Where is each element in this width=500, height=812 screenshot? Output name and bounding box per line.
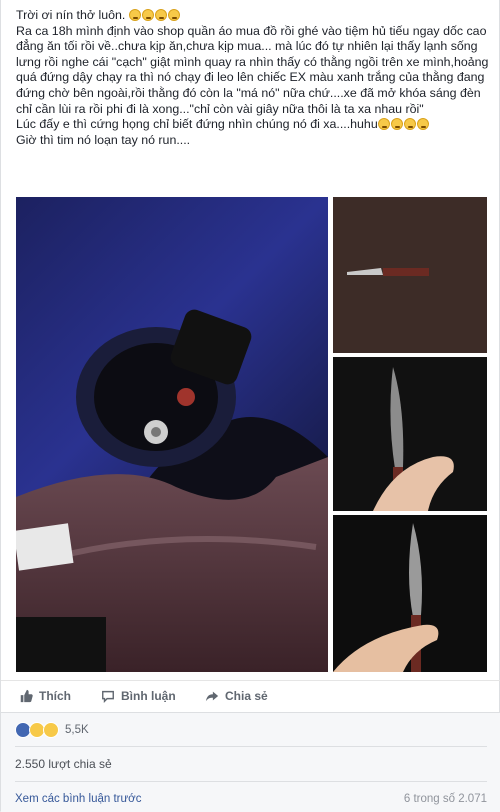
divider	[15, 746, 487, 747]
post-footer: 5,5K 2.550 lượt chia sẻ Xem các bình luậ…	[1, 712, 500, 812]
share-arrow-icon	[205, 691, 219, 702]
photo-grid	[16, 197, 487, 672]
post-actions: Thích Bình luận Chia sẻ	[1, 680, 500, 713]
post-body: Trời ơi nín thở luôn. Ra ca 18h mình địn…	[16, 8, 491, 148]
crying-emoji-icon	[377, 117, 430, 131]
reactions-summary[interactable]: 5,5K	[15, 721, 89, 739]
post-line-3: Lúc đấy e thì cứng họng chỉ biết đứng nh…	[16, 117, 491, 133]
sad-reaction-icon	[43, 722, 59, 738]
post-card: Trời ơi nín thở luôn. Ra ca 18h mình địn…	[0, 0, 500, 812]
photo-ignition[interactable]	[16, 197, 328, 672]
comment-icon	[102, 690, 114, 703]
photo-knife-hand-1[interactable]	[333, 357, 487, 511]
divider	[15, 781, 487, 782]
photo-knife-table[interactable]	[333, 197, 487, 353]
post-line-4: Giờ thì tim nó loạn tay nó run....	[16, 132, 191, 147]
thumbs-up-icon	[20, 689, 33, 703]
reaction-count: 5,5K	[65, 724, 89, 736]
comment-button[interactable]: Bình luận	[101, 689, 176, 703]
share-button[interactable]: Chia sẻ	[205, 689, 268, 703]
share-count[interactable]: 2.550 lượt chia sẻ	[15, 757, 112, 771]
comment-pager: 6 trong số 2.071	[403, 793, 487, 805]
like-button[interactable]: Thích	[19, 689, 71, 703]
view-previous-comments-link[interactable]: Xem các bình luận trước	[15, 793, 141, 805]
crying-emoji-icon	[128, 8, 181, 22]
photo-knife-hand-2[interactable]	[333, 515, 487, 672]
post-line-2: Ra ca 18h mình định vào shop quần áo mua…	[16, 23, 489, 116]
post-line-1: Trời ơi nín thở luôn.	[16, 8, 491, 24]
